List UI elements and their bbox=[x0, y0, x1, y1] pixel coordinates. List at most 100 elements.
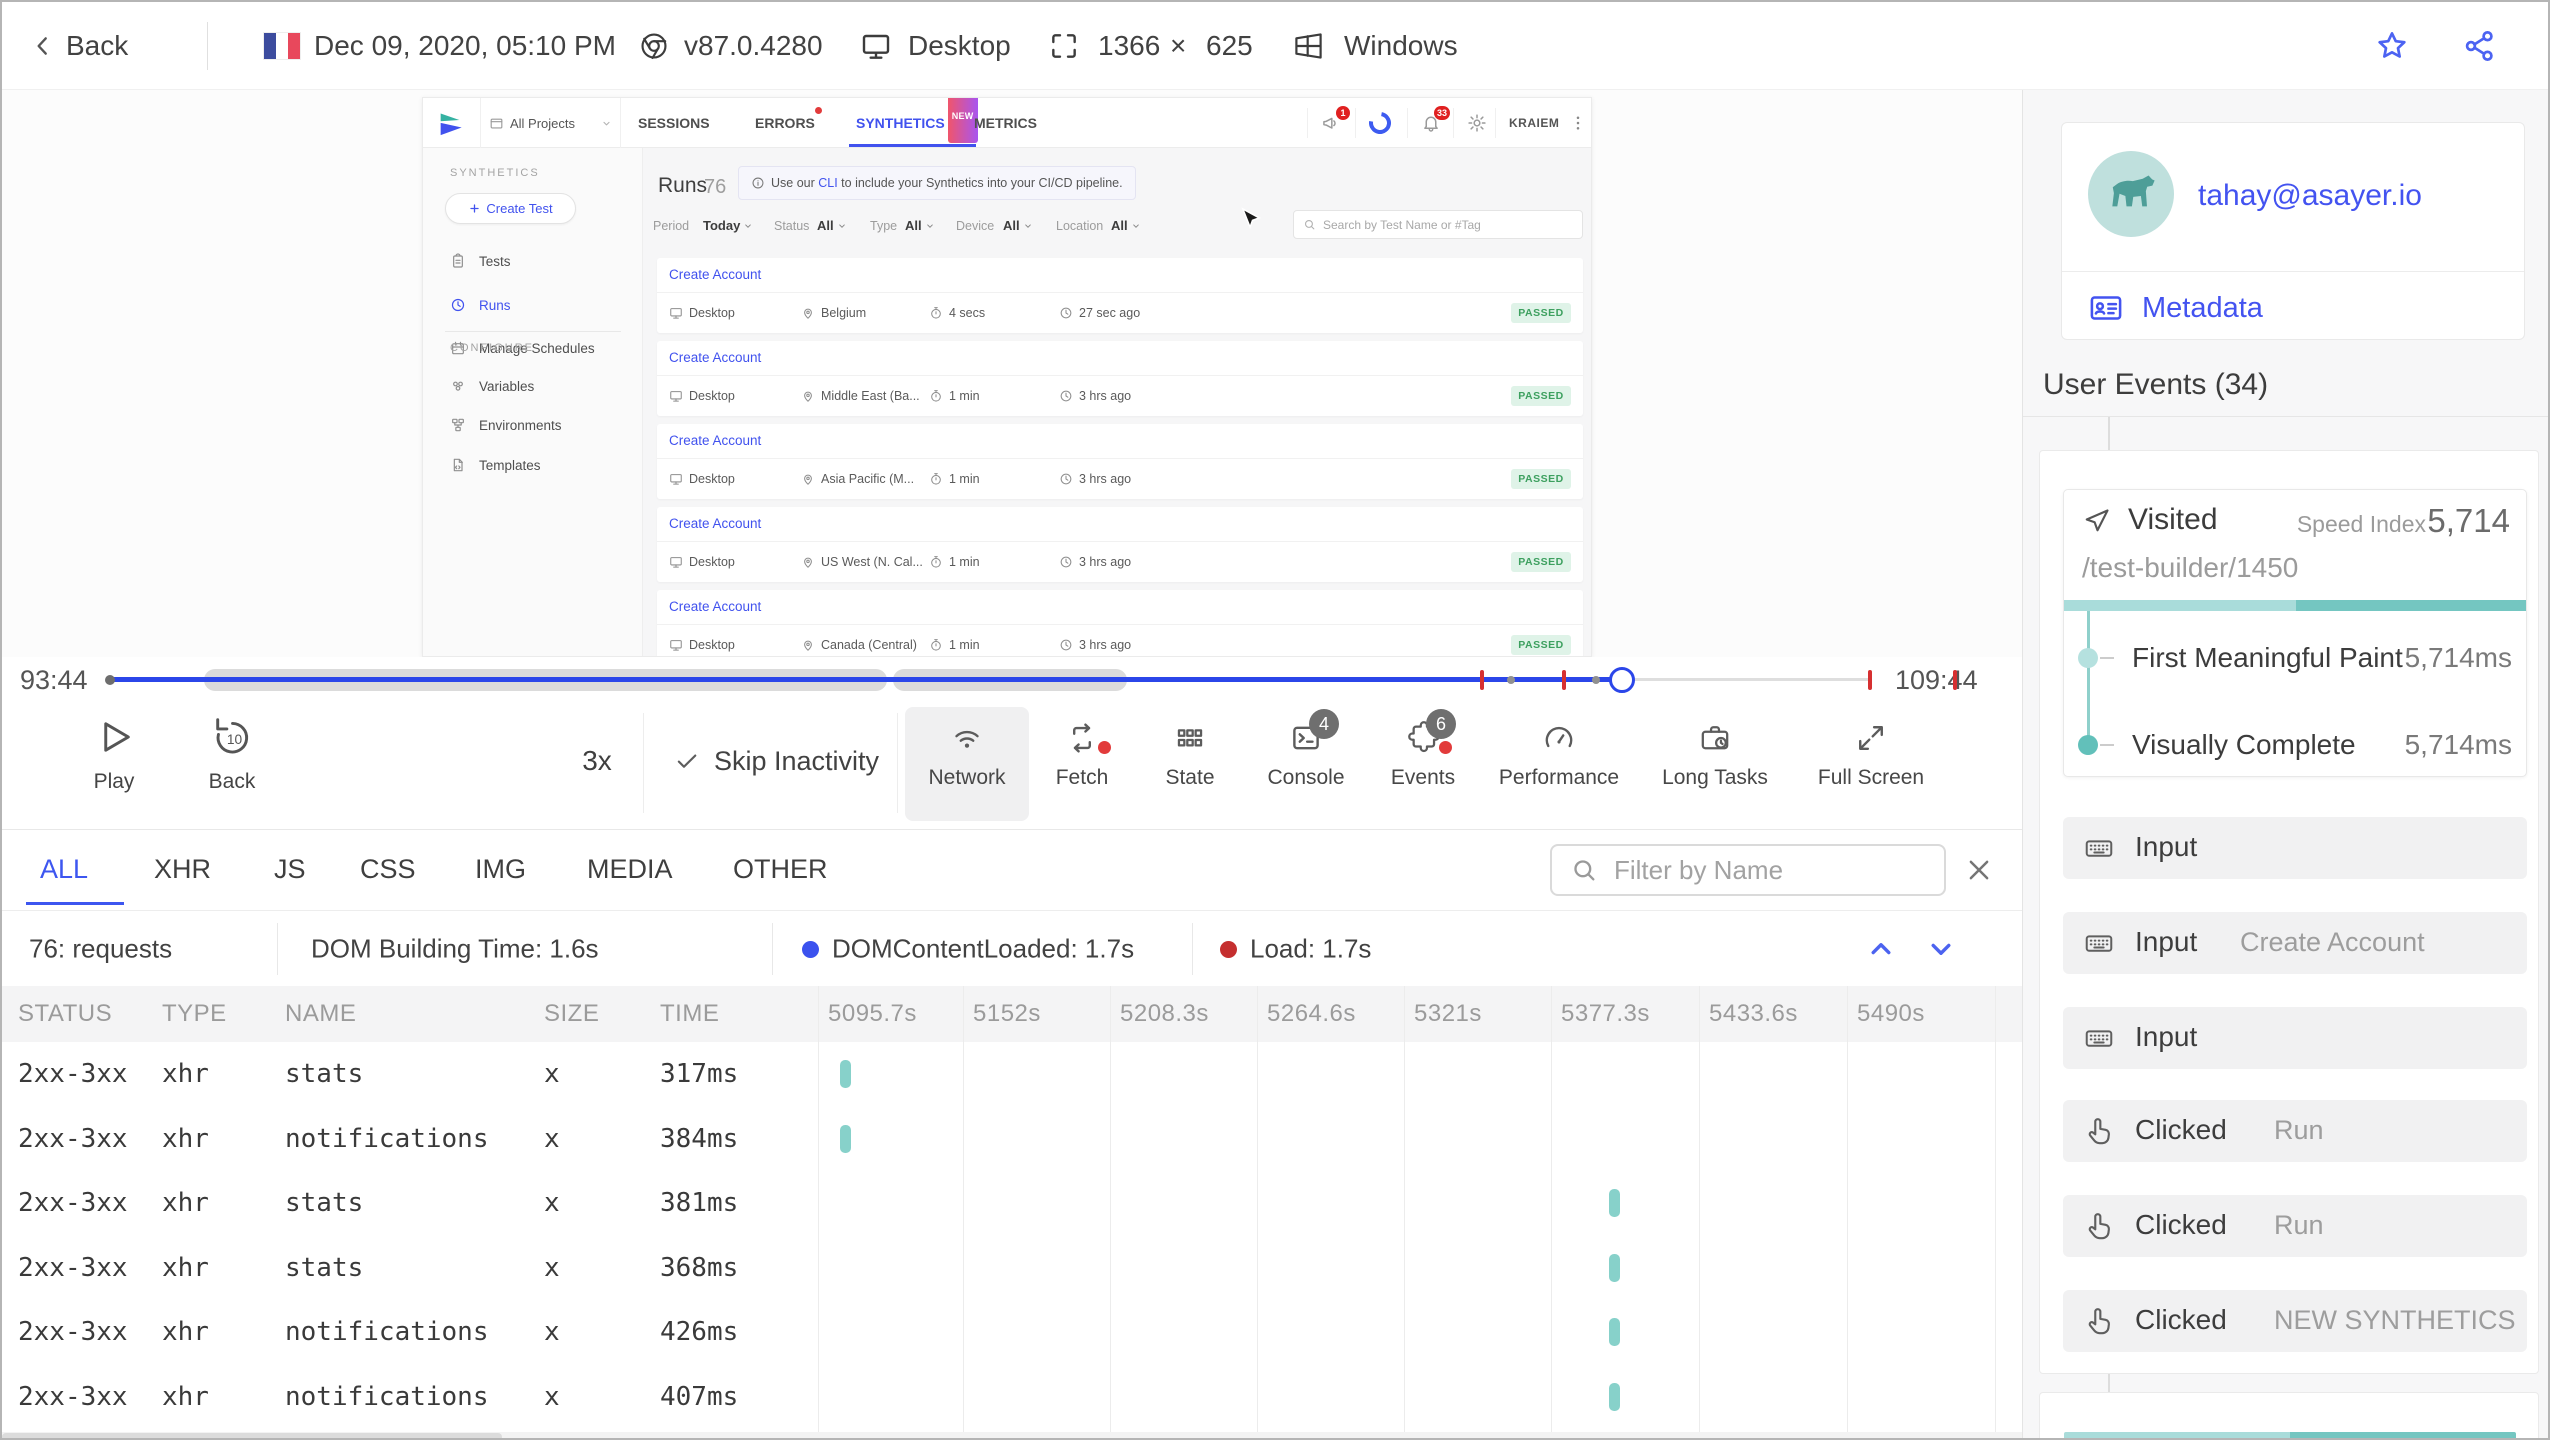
time-column-header: 5152s bbox=[973, 1000, 1041, 1027]
panel-toggle-full-screen[interactable]: Full Screen bbox=[1791, 707, 1951, 821]
network-tab-img[interactable]: IMG bbox=[475, 854, 526, 885]
network-request-row[interactable]: 2xx-3xx xhr stats x 368ms bbox=[2, 1236, 2022, 1301]
user-email-link[interactable]: tahay@asayer.io bbox=[2198, 179, 2422, 213]
network-request-row[interactable]: 2xx-3xx xhr stats x 317ms bbox=[2, 1042, 2022, 1107]
back-chevron-icon[interactable] bbox=[30, 33, 56, 59]
timeline[interactable]: 93:44 109:44 bbox=[2, 657, 2022, 705]
cell-status: 2xx-3xx bbox=[18, 1317, 128, 1348]
back-button[interactable]: Back bbox=[66, 30, 128, 62]
network-request-row[interactable]: 2xx-3xx xhr notifications x 426ms bbox=[2, 1300, 2022, 1365]
run-details-row: Desktop Middle East (Ba... 1 min 3 hrs ago P… bbox=[657, 376, 1583, 416]
network-request-row[interactable]: 2xx-3xx xhr notifications x 384ms bbox=[2, 1107, 2022, 1172]
cell-time: 426ms bbox=[660, 1317, 739, 1348]
run-details-row: Desktop Canada (Central) 1 min 3 hrs ago PAS… bbox=[657, 625, 1583, 656]
chrome-icon bbox=[638, 30, 670, 62]
filter-label-period: Period bbox=[653, 219, 690, 233]
keyboard-icon bbox=[2083, 1022, 2115, 1054]
skip-inactivity-toggle[interactable]: Skip Inactivity bbox=[674, 705, 879, 817]
filter-value-location: All bbox=[1111, 218, 1141, 233]
map-pin-icon bbox=[801, 306, 815, 320]
network-tab-xhr[interactable]: XHR bbox=[154, 854, 211, 885]
back-10-button[interactable]: 10 Back bbox=[194, 715, 270, 794]
filter-label-device: Device bbox=[956, 219, 995, 233]
run-duration: 1 min bbox=[929, 555, 980, 569]
run-device: Desktop bbox=[669, 472, 735, 486]
horizontal-scrollbar[interactable] bbox=[2, 1432, 2022, 1438]
cell-time: 368ms bbox=[660, 1252, 739, 1283]
close-panel-icon[interactable] bbox=[1964, 855, 1994, 885]
metadata-button[interactable]: Metadata bbox=[2088, 286, 2263, 330]
clicked-event-item[interactable]: Clicked Run bbox=[2063, 1195, 2527, 1257]
visited-event-card[interactable]: Visited Speed Index 5,714 /test-builder/… bbox=[2063, 489, 2527, 777]
panel-toggle-performance[interactable]: Performance bbox=[1479, 707, 1639, 821]
panel-toggle-fetch[interactable]: Fetch bbox=[1029, 707, 1135, 821]
network-tab-all[interactable]: ALL bbox=[40, 854, 88, 885]
network-filter-box[interactable] bbox=[1550, 844, 1946, 896]
event-marker-red bbox=[1868, 670, 1872, 690]
runs-page-title: Runs bbox=[658, 174, 708, 197]
info-icon bbox=[751, 176, 765, 190]
metric-value: 5,714ms bbox=[2404, 729, 2512, 760]
metric-name: First Meaningful Paint bbox=[2132, 642, 2403, 673]
app-sidebar-item-variables: Variables bbox=[450, 378, 534, 394]
run-card: Create Account Desktop Middle East (Ba... 1… bbox=[657, 341, 1583, 416]
panel-toggle-network[interactable]: Network bbox=[905, 707, 1029, 821]
jump-down-icon[interactable] bbox=[1924, 932, 1958, 966]
clock-icon bbox=[450, 297, 466, 313]
input-event-item[interactable]: Input bbox=[2063, 1007, 2527, 1069]
filter-search-icon bbox=[1570, 856, 1598, 884]
playhead-handle[interactable] bbox=[1609, 667, 1635, 693]
panel-toggle-long-tasks[interactable]: Long Tasks bbox=[1639, 707, 1791, 821]
dom-building-time: DOM Building Time: 1.6s bbox=[311, 933, 599, 963]
share-icon[interactable] bbox=[2462, 28, 2498, 64]
network-stats-row: 76: requests DOM Building Time: 1.6s DOM… bbox=[2, 910, 2022, 986]
cell-type: xhr bbox=[162, 1188, 209, 1219]
network-tab-css[interactable]: CSS bbox=[360, 854, 416, 885]
timeline-start-dot bbox=[105, 675, 115, 685]
network-tab-other[interactable]: OTHER bbox=[733, 854, 828, 885]
announcements-badge: 1 bbox=[1336, 106, 1350, 120]
fetch-icon bbox=[1065, 721, 1099, 755]
briefcase-icon bbox=[1698, 721, 1732, 755]
monitor-icon bbox=[669, 389, 683, 403]
input-event-item[interactable]: Input bbox=[2063, 817, 2527, 879]
scrollbar-thumb[interactable] bbox=[2, 1433, 502, 1438]
clicked-event-item[interactable]: Clicked Run bbox=[2063, 1100, 2527, 1162]
cell-status: 2xx-3xx bbox=[18, 1252, 128, 1283]
play-button[interactable]: Play bbox=[76, 715, 152, 794]
playback-speed-button[interactable]: 3x bbox=[562, 705, 632, 817]
cli-notice: Use our CLI to include your Synthetics i… bbox=[738, 166, 1136, 200]
create-test-label: Create Test bbox=[486, 201, 553, 216]
filter-label-type: Type bbox=[870, 219, 898, 233]
network-tab-media[interactable]: MEDIA bbox=[587, 854, 673, 885]
monitor-icon bbox=[669, 306, 683, 320]
clicked-event-item[interactable]: Clicked NEW SYNTHETICS bbox=[2063, 1290, 2527, 1352]
gauge-icon bbox=[1542, 721, 1576, 755]
replay-stage: All Projects SESSIONS ERRORS SYNTHETICS NEW… bbox=[2, 90, 2022, 657]
jump-up-icon[interactable] bbox=[1864, 932, 1898, 966]
run-name-link: Create Account bbox=[669, 267, 762, 282]
cell-status: 2xx-3xx bbox=[18, 1059, 128, 1090]
event-marker-red bbox=[1953, 670, 1957, 690]
panel-toggle-console[interactable]: 4 Console bbox=[1245, 707, 1367, 821]
network-tab-js[interactable]: JS bbox=[274, 854, 306, 885]
input-event-item[interactable]: Input Create Account bbox=[2063, 912, 2527, 974]
network-request-row[interactable]: 2xx-3xx xhr notifications x 407ms bbox=[2, 1365, 2022, 1430]
filter-value-period: Today bbox=[703, 218, 753, 233]
run-details-row: Desktop Asia Pacific (M... 1 min 3 hrs ago P… bbox=[657, 459, 1583, 499]
top-bar: Back Dec 09, 2020, 05:10 PM v87.0.4280 D… bbox=[2, 2, 2548, 90]
app-logo-icon bbox=[436, 110, 464, 138]
alert-dot bbox=[1098, 741, 1111, 754]
stopwatch-icon bbox=[929, 472, 943, 486]
cell-name: notifications bbox=[285, 1381, 489, 1412]
favorite-star-icon[interactable] bbox=[2374, 28, 2410, 64]
visited-label: Visited bbox=[2128, 503, 2218, 536]
filter-by-name-input[interactable] bbox=[1612, 853, 1902, 887]
network-request-row[interactable]: 2xx-3xx xhr stats x 381ms bbox=[2, 1171, 2022, 1236]
panel-toggle-events[interactable]: 6 Events bbox=[1367, 707, 1479, 821]
panel-toggle-state[interactable]: State bbox=[1135, 707, 1245, 821]
event-type-label: Clicked bbox=[2135, 1304, 2227, 1335]
toggle-label: Performance bbox=[1498, 766, 1620, 789]
gear-icon bbox=[1467, 113, 1487, 133]
avatar bbox=[2088, 151, 2174, 237]
